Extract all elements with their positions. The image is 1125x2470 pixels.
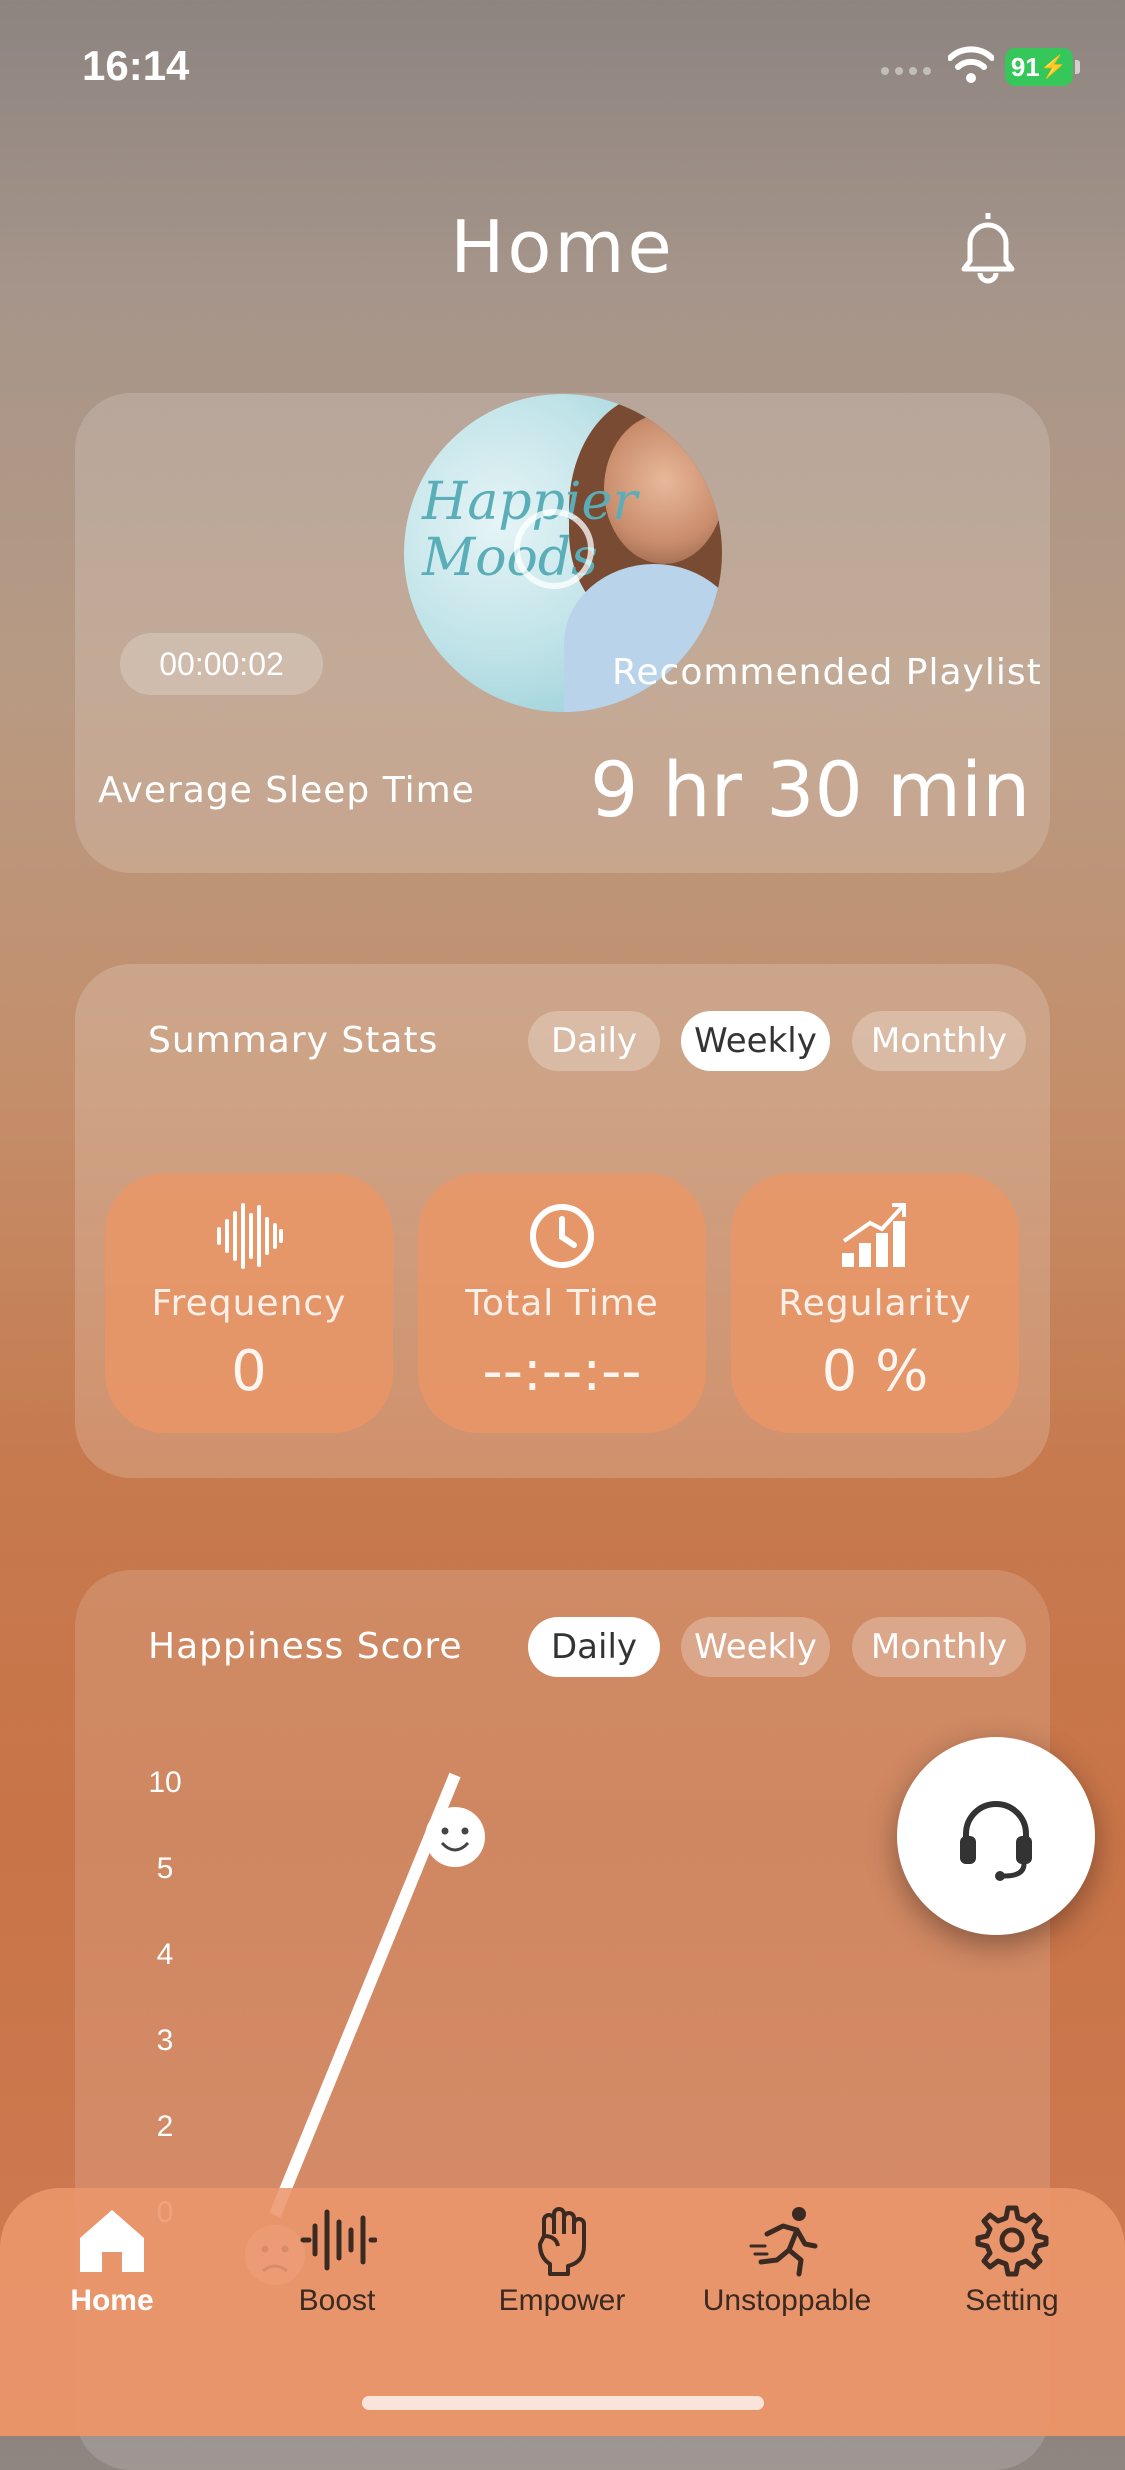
- headset-icon: [960, 1801, 1032, 1881]
- summary-tab-weekly[interactable]: Weekly: [681, 1011, 830, 1071]
- stat-regularity: Regularity 0 %: [731, 1173, 1019, 1433]
- stat-frequency-label: Frequency: [151, 1283, 347, 1324]
- home-indicator: [362, 2396, 764, 2410]
- summary-stats-title: Summary Stats: [148, 1020, 439, 1061]
- gear-icon: [975, 2205, 1049, 2277]
- average-sleep-label: Average Sleep Time: [98, 770, 475, 811]
- notification-bell-icon[interactable]: [948, 205, 1028, 285]
- summary-tab-monthly[interactable]: Monthly: [852, 1011, 1026, 1071]
- battery-level: 91: [1010, 51, 1040, 82]
- tab-boost[interactable]: Boost: [237, 2200, 437, 2340]
- y-tick-label: 4: [156, 1938, 174, 1971]
- clock-icon: [530, 1204, 594, 1268]
- loading-ring-icon: [514, 509, 594, 589]
- happiness-score-title: Happiness Score: [148, 1626, 463, 1667]
- y-tick-label: 5: [156, 1852, 174, 1885]
- wifi-icon: [948, 46, 994, 83]
- tab-label: Boost: [298, 2284, 376, 2317]
- battery-nub: [1075, 60, 1080, 74]
- y-tick-label: 10: [148, 1766, 182, 1799]
- stat-total-time: Total Time --:--:--: [418, 1173, 706, 1433]
- charging-bolt-icon: ⚡: [1039, 54, 1068, 79]
- stat-total-time-label: Total Time: [465, 1283, 659, 1324]
- support-button[interactable]: [897, 1737, 1095, 1935]
- runner-icon: [749, 2207, 818, 2277]
- home-icon: [80, 2210, 144, 2272]
- summary-tab-daily[interactable]: Daily: [528, 1011, 660, 1071]
- tab-unstoppable[interactable]: Unstoppable: [687, 2200, 887, 2340]
- tab-home[interactable]: Home: [12, 2200, 212, 2340]
- timer-pill: 00:00:02: [120, 633, 323, 695]
- tab-label: Setting: [965, 2284, 1059, 2317]
- y-tick-label: 2: [156, 2110, 174, 2143]
- happiness-tab-daily[interactable]: Daily: [528, 1617, 660, 1677]
- happiness-tab-monthly[interactable]: Monthly: [852, 1617, 1026, 1677]
- tab-setting[interactable]: Setting: [912, 2200, 1112, 2340]
- tab-label: Unstoppable: [702, 2284, 872, 2317]
- stat-frequency: Frequency 0: [105, 1173, 393, 1433]
- cellular-signal-icon: [881, 67, 931, 75]
- status-time: 16:14: [82, 42, 190, 89]
- raised-fist-icon: [538, 2207, 586, 2276]
- stat-regularity-value: 0 %: [821, 1339, 929, 1404]
- soundwave-icon: [217, 1203, 283, 1269]
- soundwave-icon: [300, 2209, 377, 2271]
- battery-indicator: 91 ⚡: [1005, 48, 1073, 86]
- stat-total-time-value: --:--:--: [482, 1339, 642, 1404]
- stat-regularity-label: Regularity: [778, 1283, 972, 1324]
- y-tick-label: 3: [156, 2024, 174, 2057]
- recommended-playlist-label[interactable]: Recommended Playlist: [612, 652, 1042, 693]
- tab-empower[interactable]: Empower: [462, 2200, 662, 2340]
- signal-bars-icon: [842, 1203, 906, 1267]
- average-sleep-value: 9 hr 30 min: [590, 745, 1031, 834]
- happiness-tab-weekly[interactable]: Weekly: [681, 1617, 830, 1677]
- tab-label: Home: [70, 2284, 154, 2317]
- tab-label: Empower: [498, 2284, 626, 2317]
- stat-frequency-value: 0: [231, 1339, 267, 1404]
